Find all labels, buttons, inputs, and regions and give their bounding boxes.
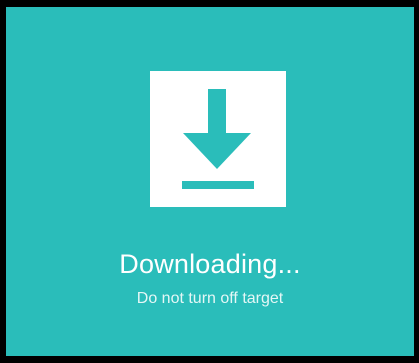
download-icon-box [150, 71, 286, 207]
download-screen: Downloading... Do not turn off target [6, 7, 414, 356]
device-frame: Downloading... Do not turn off target [0, 0, 419, 363]
status-subtitle: Do not turn off target [136, 290, 284, 307]
download-icon [182, 89, 254, 189]
status-title: Downloading... [119, 249, 301, 279]
